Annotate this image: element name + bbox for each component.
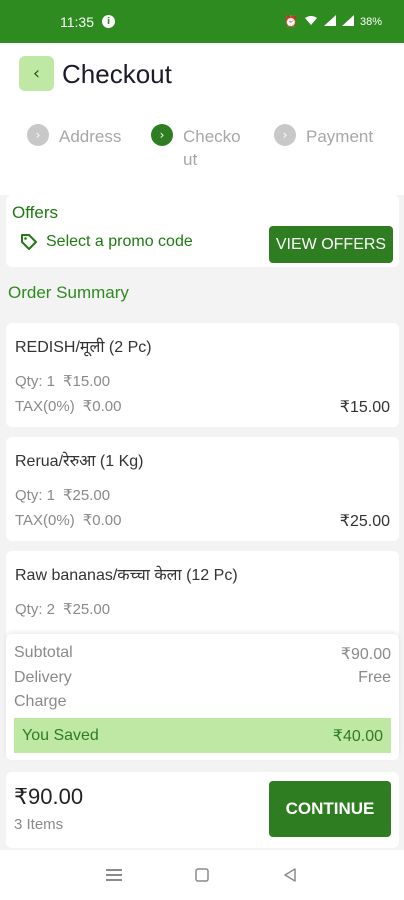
- item-qty: Qty: 1: [15, 373, 56, 390]
- delivery-value: Free: [358, 669, 391, 686]
- item-qty-price: Qty: 1 ₹25.00: [15, 486, 110, 504]
- item-qty-price: Qty: 1 ₹15.00: [15, 372, 110, 390]
- chevron-right-icon: ›: [151, 124, 173, 146]
- order-item: Raw bananas/कच्चा केला (12 Pc) Qty: 2 ₹25…: [6, 551, 399, 641]
- savings-bar: You Saved ₹40.00: [14, 718, 391, 753]
- status-bar: 11:35 i ⏰ 38%: [0, 0, 404, 43]
- item-qty: Qty: 1: [15, 487, 56, 504]
- order-item: Rerua/रेरुआ (1 Kg) Qty: 1 ₹25.00 TAX(0%) ₹…: [6, 437, 399, 541]
- item-qty: Qty: 2: [15, 601, 56, 618]
- item-total: ₹15.00: [339, 399, 390, 416]
- grand-total: ₹90.00: [14, 784, 84, 809]
- item-price: ₹25.00: [63, 487, 111, 504]
- item-tax-label: TAX(0%): [15, 398, 75, 415]
- checkout-footer: ₹90.00 3 Items CONTINUE: [6, 772, 399, 848]
- item-qty-price: Qty: 2 ₹25.00: [15, 600, 110, 618]
- promo-code-selector[interactable]: Select a promo code: [20, 233, 193, 251]
- item-tax-amount: ₹0.00: [82, 398, 122, 415]
- item-name: REDISH/मूली (2 Pc): [15, 339, 152, 356]
- triangle-back-icon: [284, 868, 296, 882]
- item-count: 3 Items: [14, 816, 64, 833]
- item-tax-label: TAX(0%): [15, 512, 75, 529]
- step-address[interactable]: › Address: [27, 124, 122, 148]
- status-icons: ⏰ 38%: [284, 14, 382, 29]
- view-offers-button[interactable]: VIEW OFFERS: [269, 226, 393, 263]
- promo-text: Select a promo code: [46, 233, 193, 250]
- alarm-icon: ⏰: [284, 16, 298, 28]
- checkout-stepper: › Address › Checkout › Payment: [0, 124, 404, 185]
- home-button[interactable]: [187, 860, 217, 890]
- offers-card: Offers Select a promo code VIEW OFFERS: [6, 195, 399, 267]
- step-label: Payment: [306, 127, 374, 146]
- subtotal-label: Subtotal: [14, 644, 73, 661]
- back-nav-button[interactable]: [275, 860, 305, 890]
- item-name: Rerua/रेरुआ (1 Kg): [15, 453, 144, 470]
- item-price: ₹25.00: [63, 601, 111, 618]
- step-payment[interactable]: › Payment: [274, 124, 374, 148]
- wifi-icon: [304, 15, 318, 29]
- offers-title: Offers: [12, 203, 58, 222]
- delivery-label-line2: Charge: [14, 693, 67, 710]
- battery-text: 38%: [359, 15, 382, 28]
- step-label: Checkout: [183, 127, 241, 169]
- item-tax: TAX(0%) ₹0.00: [15, 397, 121, 415]
- step-checkout[interactable]: › Checkout: [151, 124, 247, 171]
- order-summary-title: Order Summary: [8, 283, 129, 302]
- chevron-right-icon: ›: [27, 124, 49, 146]
- chevron-right-icon: ›: [274, 124, 296, 146]
- item-total: ₹25.00: [339, 513, 390, 530]
- info-icon: i: [102, 15, 115, 28]
- system-nav-bar: [0, 850, 404, 900]
- totals-card: Subtotal ₹90.00 Delivery Charge Free You…: [6, 634, 399, 760]
- square-icon: [195, 868, 209, 882]
- tag-icon: [21, 234, 37, 250]
- subtotal-value: ₹90.00: [340, 646, 391, 663]
- item-tax: TAX(0%) ₹0.00: [15, 511, 121, 529]
- continue-button[interactable]: CONTINUE: [269, 781, 391, 837]
- menu-icon: [106, 869, 122, 881]
- saved-label: You Saved: [22, 726, 99, 744]
- signal-icon: [341, 14, 354, 29]
- delivery-label: Delivery: [14, 669, 72, 686]
- step-label: Address: [59, 127, 122, 146]
- order-item: REDISH/मूली (2 Pc) Qty: 1 ₹15.00 TAX(0%) ₹…: [6, 323, 399, 427]
- chevron-left-icon: ‹: [32, 63, 41, 84]
- item-price: ₹15.00: [63, 373, 111, 390]
- item-tax-amount: ₹0.00: [82, 512, 122, 529]
- page-title: Checkout: [62, 59, 172, 89]
- signal-icon: [323, 14, 336, 29]
- item-name: Raw bananas/कच्चा केला (12 Pc): [15, 567, 238, 584]
- saved-value: ₹40.00: [332, 727, 383, 745]
- back-button[interactable]: ‹: [19, 56, 54, 91]
- recent-apps-button[interactable]: [99, 860, 129, 890]
- status-time: 11:35: [60, 13, 94, 30]
- checkout-header: ‹ Checkout › Address › Checkout › Paymen…: [0, 43, 404, 195]
